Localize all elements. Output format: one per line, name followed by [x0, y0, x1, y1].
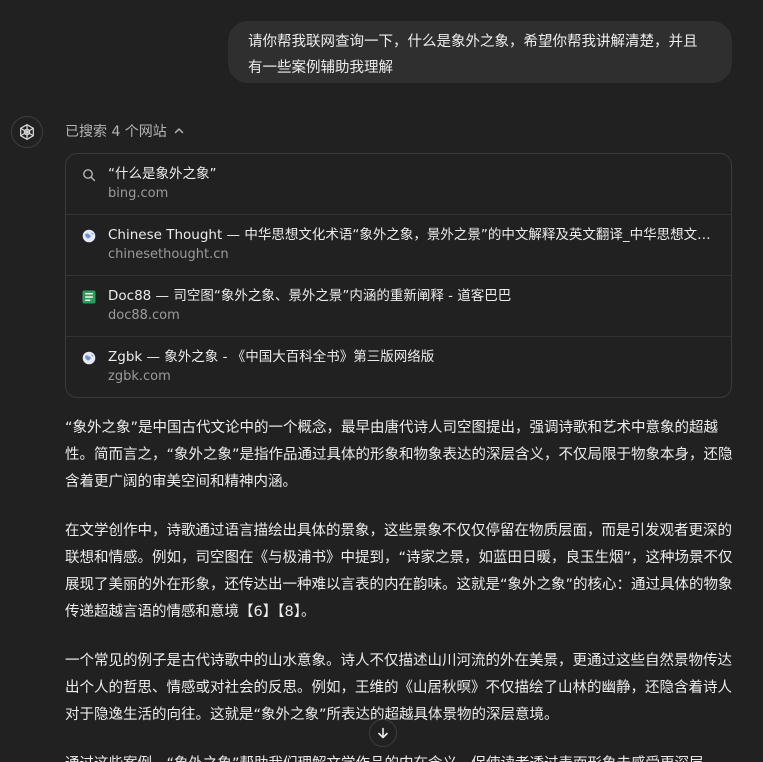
answer-paragraph: 一个常见的例子是古代诗歌中的山水意象。诗人不仅描述山川河流的外在美景，更通过这些… — [65, 653, 732, 723]
doc88-icon — [81, 289, 97, 305]
user-message-line-1: 请你帮我联网查询一下，什么是象外之象，希望你帮我讲解清楚，并且 — [248, 34, 698, 50]
answer-paragraph: 通过这些案例，“象外之象”帮助我们理解文学作品的内在含义，促使读者透过表面形象去… — [65, 751, 733, 762]
source-title: Doc88 — 司空图“象外之象、景外之景”内涵的重新阐释 - 道客巴巴 — [108, 288, 512, 304]
arrow-down-icon — [376, 726, 390, 740]
source-title: Chinese Thought — 中华思想文化术语“象外之象，景外之景”的中文… — [108, 227, 718, 243]
answer-paragraph: 在文学创作中，诗歌通过语言描绘出具体的景象，这些景象不仅仅停留在物质层面，而是引… — [65, 523, 733, 620]
source-domain: zgbk.com — [108, 369, 171, 384]
source-item-doc88[interactable]: Doc88 — 司空图“象外之象、景外之景”内涵的重新阐释 - 道客巴巴 doc… — [66, 276, 731, 337]
openai-logo-icon — [11, 116, 43, 148]
source-title: “什么是象外之象” — [108, 166, 217, 182]
chevron-up-icon — [173, 125, 185, 137]
source-domain: chinesethought.cn — [108, 247, 229, 262]
source-domain: bing.com — [108, 186, 169, 201]
source-item-chinesethought[interactable]: Chinese Thought — 中华思想文化术语“象外之象，景外之景”的中文… — [66, 215, 731, 276]
search-summary-label: 已搜索 4 个网站 — [65, 124, 167, 140]
user-message-bubble: 请你帮我联网查询一下，什么是象外之象，希望你帮我讲解清楚，并且 有一些案例辅助我… — [228, 21, 732, 83]
search-icon — [81, 167, 97, 183]
assistant-answer: “象外之象”是中国古代文论中的一个概念，最早由唐代诗人司空图提出，强调诗歌和艺术… — [65, 415, 733, 762]
globe-icon — [81, 228, 97, 244]
source-item-bing[interactable]: “什么是象外之象” bing.com — [66, 154, 731, 215]
source-title: Zgbk — 象外之象 - 《中国大百科全书》第三版网络版 — [108, 349, 435, 365]
source-item-zgbk[interactable]: Zgbk — 象外之象 - 《中国大百科全书》第三版网络版 zgbk.com — [66, 337, 731, 397]
search-summary-toggle[interactable]: 已搜索 4 个网站 — [65, 121, 185, 141]
chat-page: 请你帮我联网查询一下，什么是象外之象，希望你帮我讲解清楚，并且 有一些案例辅助我… — [0, 0, 763, 762]
user-message-line-2: 有一些案例辅助我理解 — [248, 60, 393, 76]
globe-icon — [81, 350, 97, 366]
scroll-to-bottom-button[interactable] — [369, 719, 397, 747]
answer-paragraph: “象外之象”是中国古代文论中的一个概念，最早由唐代诗人司空图提出，强调诗歌和艺术… — [65, 420, 733, 490]
search-sources-list: “什么是象外之象” bing.com Chinese Thought — 中华思… — [65, 153, 732, 398]
source-domain: doc88.com — [108, 308, 180, 323]
